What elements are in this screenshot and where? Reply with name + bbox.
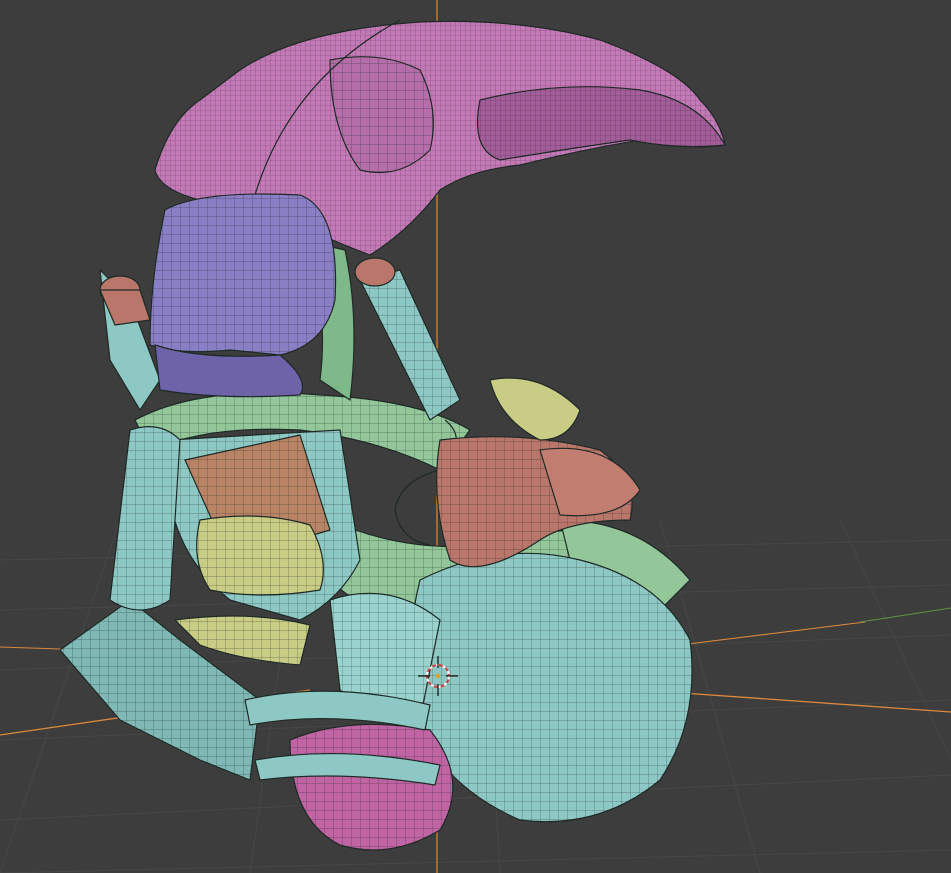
3d-viewport[interactable] [0,0,951,873]
